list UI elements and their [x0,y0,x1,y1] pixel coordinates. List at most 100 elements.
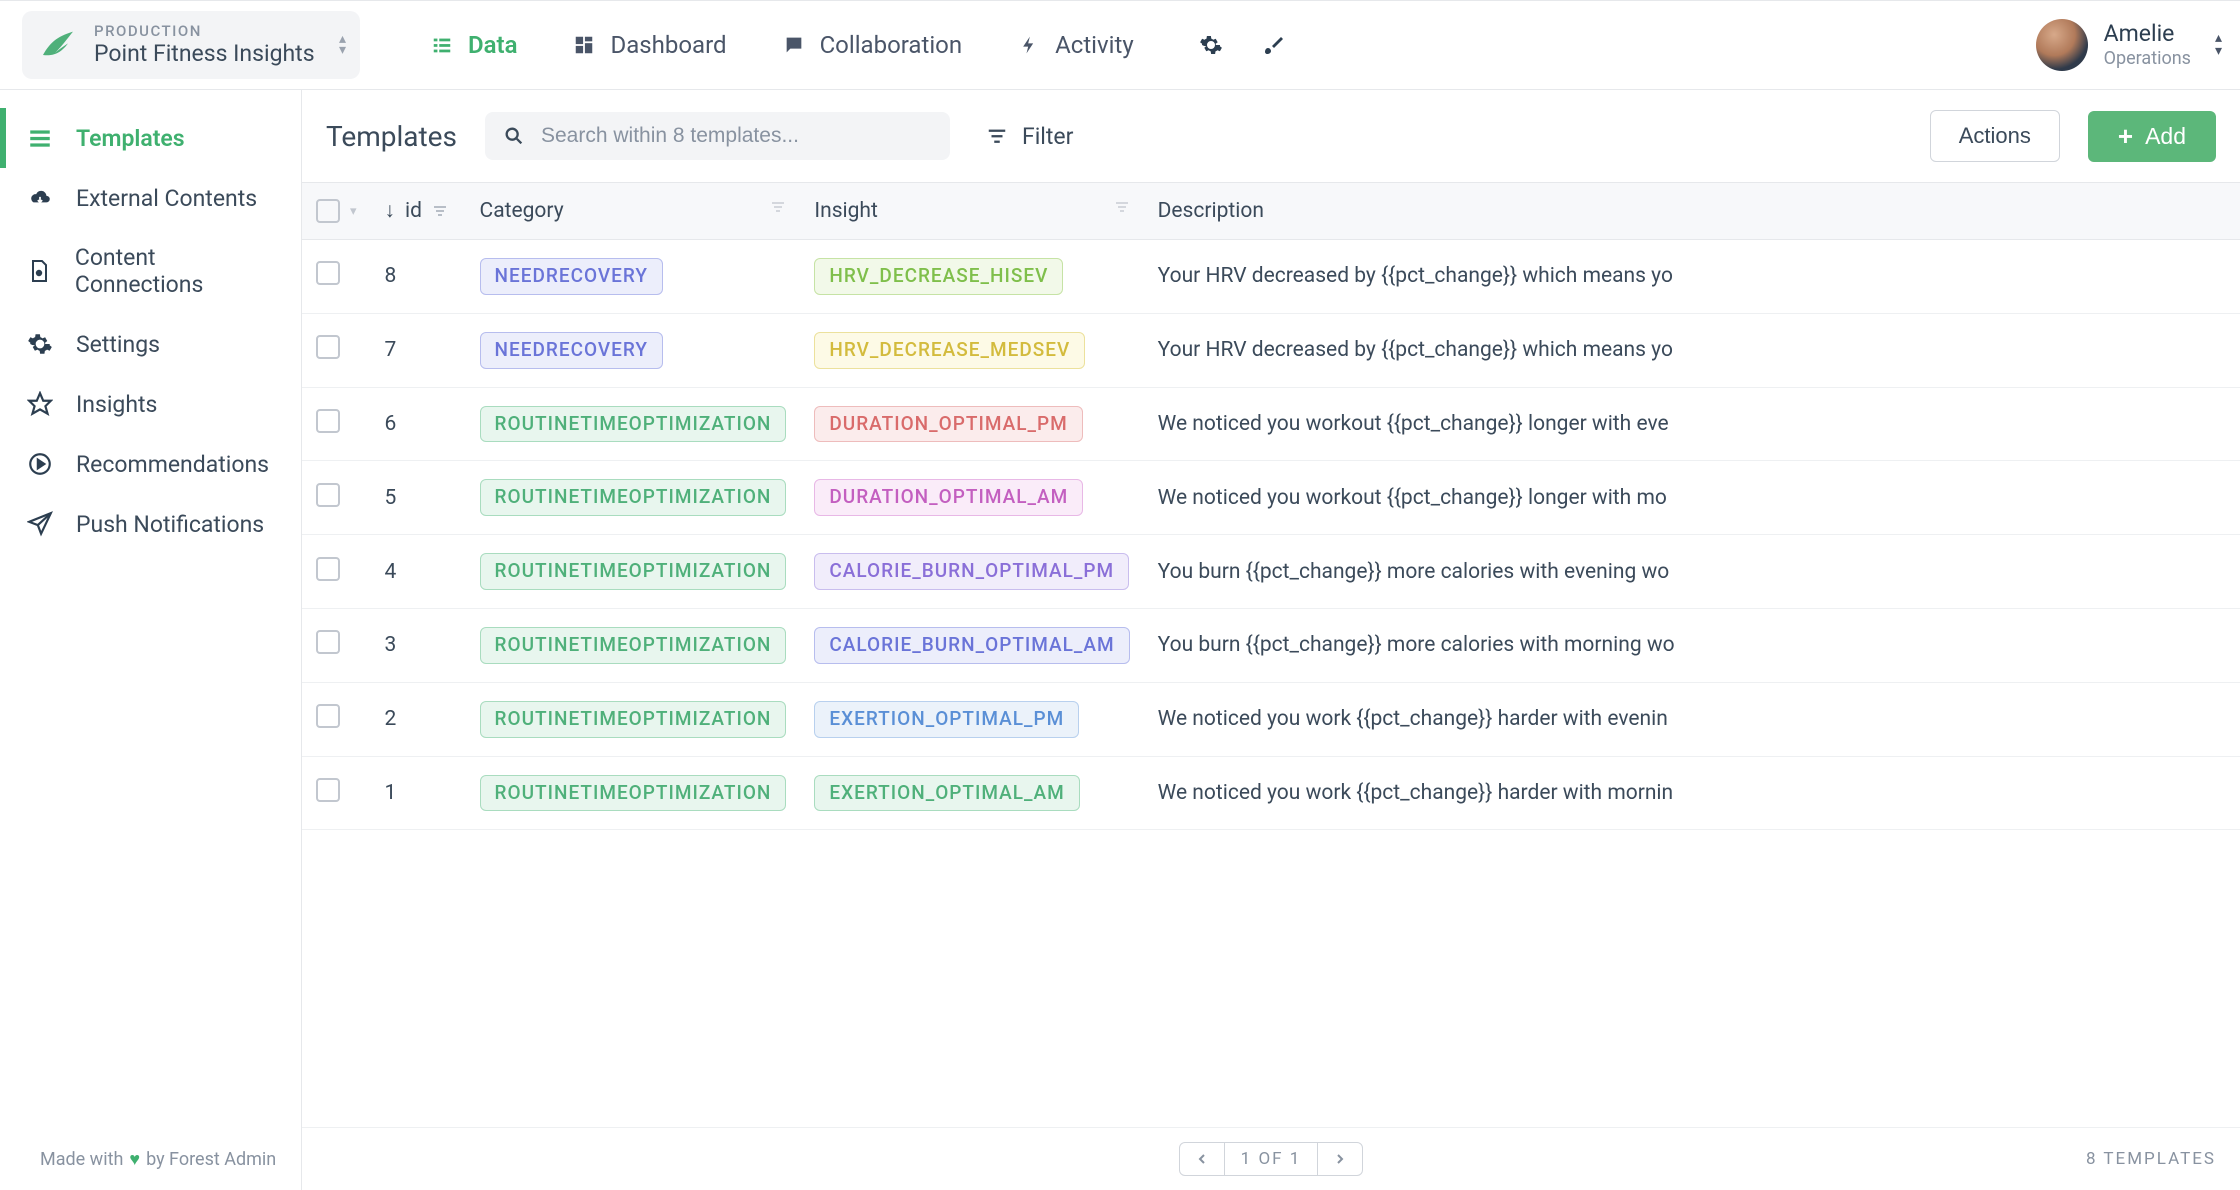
nav-tab-dashboard[interactable]: Dashboard [572,31,726,59]
table-row[interactable]: 8NEEDRECOVERYHRV_DECREASE_HISEVYour HRV … [302,240,2240,314]
nav-tab-label: Dashboard [610,31,726,59]
row-checkbox[interactable] [316,483,340,507]
row-checkbox[interactable] [316,261,340,285]
footer-prefix: Made with [40,1149,123,1170]
checkbox-icon[interactable] [316,199,340,223]
dashboard-icon [572,33,596,57]
nav-tabs: Data Dashboard Collaboration Activity [430,31,1134,59]
user-name-label: Amelie [2104,20,2191,48]
column-header-id[interactable]: ↓ id [371,183,466,240]
table: ▾ ↓ id [302,182,2240,1127]
gear-icon[interactable] [1199,33,1223,57]
column-header-insight[interactable]: Insight [800,183,1143,240]
add-button[interactable]: + Add [2088,111,2216,162]
category-pill: NEEDRECOVERY [480,332,663,369]
sidebar-item-external-contents[interactable]: External Contents [0,168,301,228]
row-checkbox[interactable] [316,704,340,728]
list-icon [430,33,454,57]
cell-description: We noticed you workout {{pct_change}} lo… [1144,387,2240,461]
table-row[interactable]: 3 ROUTINETIMEOPTIMIZATION CALORIE_BURN_OPT… [302,608,2240,682]
insight-pill: DURATION_OPTIMAL_PM [814,406,1082,443]
project-name-label: Point Fitness Insights [94,40,315,68]
send-icon [26,510,54,538]
star-icon [26,390,54,418]
cell-id: 4 [371,535,466,609]
row-checkbox[interactable] [316,557,340,581]
nav-tab-collaboration[interactable]: Collaboration [782,31,963,59]
row-checkbox[interactable] [316,409,340,433]
chat-icon [782,33,806,57]
chevron-up-down-icon: ▴▾ [339,34,346,56]
user-menu[interactable]: Amelie Operations ▴▾ [2036,19,2222,71]
category-pill: ROUTINETIMEOPTIMIZATION [480,479,787,516]
category-pill: NEEDRECOVERY [480,258,663,295]
pager-prev-button[interactable] [1180,1143,1224,1175]
filter-icon[interactable] [432,203,448,219]
pager: 1 OF 1 [1179,1142,1364,1176]
brush-icon[interactable] [1261,33,1285,57]
pager-next-button[interactable] [1318,1143,1362,1175]
table-footer: 1 OF 1 8 TEMPLATES [302,1127,2240,1190]
col-description-label: Description [1158,199,1264,223]
chevron-up-down-icon: ▴▾ [2215,32,2222,57]
search-input[interactable] [541,124,932,148]
list-icon [26,124,54,152]
table-row[interactable]: 1ROUTINETIMEOPTIMIZATIONEXERTION_OPTIMAL… [302,756,2240,830]
column-header-checkbox[interactable]: ▾ [302,183,371,240]
table-row[interactable]: 5ROUTINETIMEOPTIMIZATIONDURATION_OPTIMAL… [302,461,2240,535]
category-pill: ROUTINETIMEOPTIMIZATION [480,406,787,443]
col-id-label: id [405,199,422,223]
nav-tab-activity[interactable]: Activity [1017,31,1134,59]
row-checkbox[interactable] [316,630,340,654]
sidebar-footer: Made with ♥ by Forest Admin [0,1131,301,1190]
filter-button[interactable]: Filter [986,123,1073,150]
sidebar-item-label: Content Connections [75,244,281,298]
filter-icon[interactable] [770,199,786,215]
pager-label: 1 OF 1 [1224,1143,1319,1175]
search-icon [503,125,525,147]
cell-id: 3 [371,608,466,682]
play-circle-icon [26,450,54,478]
nav-tab-data[interactable]: Data [430,31,517,59]
table-row[interactable]: 7NEEDRECOVERYHRV_DECREASE_MEDSEVYour HRV… [302,313,2240,387]
sidebar-item-content-connections[interactable]: Content Connections [0,228,301,314]
insight-pill: CALORIE_BURN_OPTIMAL_AM [814,627,1129,664]
cell-description: We noticed you work {{pct_change}} harde… [1144,682,2240,756]
insight-pill: CALORIE_BURN_OPTIMAL_PM [814,553,1129,590]
sidebar-item-insights[interactable]: Insights [0,374,301,434]
sidebar-item-push-notifications[interactable]: Push Notifications [0,494,301,554]
row-checkbox[interactable] [316,778,340,802]
column-header-category[interactable]: Category [466,183,801,240]
project-switcher[interactable]: PRODUCTION Point Fitness Insights ▴▾ [22,11,360,79]
row-checkbox[interactable] [316,335,340,359]
category-pill: ROUTINETIMEOPTIMIZATION [480,627,787,664]
table-row[interactable]: 2 ROUTINETIMEOPTIMIZATION EXERTION_OPTIMAL… [302,682,2240,756]
col-category-label: Category [480,199,564,223]
filter-icon [986,125,1008,147]
actions-button[interactable]: Actions [1930,110,2060,162]
sidebar: Templates External Contents Content Connec… [0,90,302,1190]
table-row[interactable]: 4ROUTINETIMEOPTIMIZATIONCALORIE_BURN_OPT… [302,535,2240,609]
search-box[interactable] [485,112,950,160]
category-pill: ROUTINETIMEOPTIMIZATION [480,701,787,738]
cell-description: You burn {{pct_change}} more calories wi… [1144,535,2240,609]
nav-tab-label: Collaboration [820,31,963,59]
column-header-description[interactable]: Description [1144,183,2240,240]
sidebar-item-recommendations[interactable]: Recommendations [0,434,301,494]
cell-id: 7 [371,313,466,387]
filter-icon[interactable] [1114,199,1130,215]
table-row[interactable]: 6 ROUTINETIMEOPTIMIZATION DURATION_OPTIMAL… [302,387,2240,461]
sidebar-item-settings[interactable]: Settings [0,314,301,374]
cloud-download-icon [26,184,54,212]
plus-icon: + [2118,123,2133,149]
insight-pill: EXERTION_OPTIMAL_PM [814,701,1079,738]
sidebar-item-label: Templates [76,125,185,152]
sidebar-item-templates[interactable]: Templates [0,108,301,168]
cell-id: 8 [371,240,466,314]
cell-id: 2 [371,682,466,756]
sidebar-item-label: External Contents [76,185,257,212]
page-title: Templates [326,120,457,153]
insight-pill: HRV_DECREASE_HISEV [814,258,1063,295]
cell-id: 6 [371,387,466,461]
filter-label: Filter [1022,123,1073,150]
